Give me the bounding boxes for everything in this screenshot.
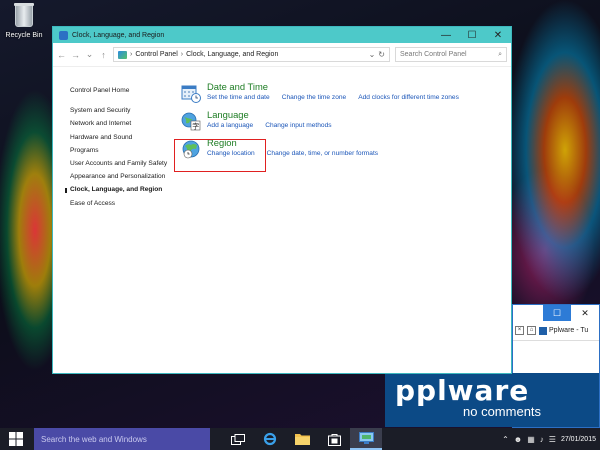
browser-titlebar: ☐ ✕ [513,305,599,321]
nav-appearance[interactable]: Appearance and Personalization [70,173,170,181]
refresh-icon[interactable]: ↻ [378,50,385,59]
nav-clock-language-region[interactable]: Clock, Language, and Region [65,186,170,194]
store-button[interactable] [318,428,350,450]
category-language: 字 Language Add a language Change input m… [181,109,459,135]
control-panel-small-icon [118,50,127,59]
address-dropdown-icon[interactable]: ⌄ [369,50,376,59]
pplware-favicon-icon [539,326,547,335]
system-tray: ⌃ ☻ ▦ ♪ ☰ 27/01/2015 [502,435,600,444]
taskbar: Search the web and Windows ⌃ ☻ ▦ ♪ ☰ 27/… [0,428,600,450]
control-panel-body: Control Panel Home System and Security N… [53,67,511,373]
notifications-icon[interactable]: ☰ [549,435,556,444]
change-formats-link[interactable]: Change date, time, or number formats [267,150,378,157]
search-icon: ⌕ [498,50,502,58]
change-time-zone-link[interactable]: Change the time zone [282,94,347,101]
browser-tab-title: Pplware - Tu [549,327,589,334]
up-arrow-icon[interactable]: ↑ [99,50,108,60]
add-clocks-link[interactable]: Add clocks for different time zones [358,94,459,101]
browser-content: pplware no comments [385,343,599,427]
search-placeholder: Search Control Panel [400,51,467,58]
category-date-and-time: Date and Time Set the time and date Chan… [181,81,459,107]
close-button[interactable]: ✕ [485,27,511,43]
back-arrow-icon[interactable]: ← [57,50,66,60]
volume-icon[interactable]: ♪ [540,435,544,444]
language-title[interactable]: Language [207,109,459,120]
nav-user-accounts[interactable]: User Accounts and Family Safety [70,160,170,168]
nav-programs[interactable]: Programs [70,147,170,155]
folder-icon [294,434,310,445]
user-icon[interactable]: ☻ [514,435,522,444]
browser-maximize-button[interactable]: ☐ [543,305,571,321]
breadcrumb-control-panel[interactable]: Control Panel [135,51,177,58]
svg-text:字: 字 [192,122,199,131]
browser-close-tab-icon[interactable]: × [515,326,524,335]
window-title: Clock, Language, and Region [72,31,165,39]
system-clock-date[interactable]: 27/01/2015 [561,436,596,443]
taskbar-search-placeholder: Search the web and Windows [41,434,147,444]
internet-explorer-icon [263,432,277,446]
breadcrumb-separator: › [180,51,184,58]
maximize-button[interactable]: ☐ [459,27,485,43]
task-view-icon [231,433,245,445]
breadcrumb-clock-language-region[interactable]: Clock, Language, and Region [186,51,278,58]
nav-system-and-security[interactable]: System and Security [70,107,170,115]
recent-locations-chevron-icon[interactable]: ⌄ [85,49,94,60]
language-icon: 字 [181,112,201,131]
windows-logo-icon [9,432,23,446]
start-button[interactable] [0,428,32,450]
network-icon[interactable]: ▦ [527,435,535,444]
minimize-button[interactable]: — [433,27,459,43]
address-row: ← → ⌄ ↑ › Control Panel › Clock, Languag… [53,43,511,67]
address-bar[interactable]: › Control Panel › Clock, Language, and R… [113,47,390,62]
browser-tab-row: × ⌂ Pplware - Tu [513,321,599,341]
pplware-logo: pplware [395,374,530,407]
control-panel-taskbar-icon [358,432,374,444]
recycle-bin-shortcut[interactable]: Recycle Bin [2,2,46,48]
control-panel-icon [59,30,68,40]
browser-close-button[interactable]: ✕ [571,305,599,321]
recycle-bin-icon [14,3,34,27]
browser-tab[interactable]: Pplware - Tu [539,326,589,335]
add-language-link[interactable]: Add a language [207,122,253,129]
date-and-time-title[interactable]: Date and Time [207,81,459,92]
left-navigation: Control Panel Home System and Security N… [65,87,170,213]
file-explorer-button[interactable] [286,428,318,450]
window-titlebar[interactable]: Clock, Language, and Region — ☐ ✕ [53,27,511,43]
search-input[interactable]: Search Control Panel ⌕ [395,47,507,62]
store-icon [327,433,341,446]
nav-hardware-and-sound[interactable]: Hardware and Sound [70,134,170,142]
browser-home-icon[interactable]: ⌂ [527,326,536,335]
show-hidden-icons-chevron-icon[interactable]: ⌃ [502,435,509,444]
breadcrumb-separator: › [130,51,133,58]
nav-control-panel-home[interactable]: Control Panel Home [70,87,170,95]
background-browser-window[interactable]: ☐ ✕ × ⌂ Pplware - Tu pplware no comments [385,304,600,428]
taskbar-search-input[interactable]: Search the web and Windows [34,428,210,450]
region-highlight-annotation [174,139,266,172]
taskbar-apps [222,428,382,450]
control-panel-taskbar-button[interactable] [350,428,382,450]
set-time-and-date-link[interactable]: Set the time and date [207,94,270,101]
task-view-button[interactable] [222,428,254,450]
nav-network-and-internet[interactable]: Network and Internet [70,120,170,128]
internet-explorer-button[interactable] [254,428,286,450]
change-input-methods-link[interactable]: Change input methods [265,122,331,129]
pplware-tagline: no comments [463,404,542,419]
pplware-banner[interactable]: pplware no comments [385,373,599,427]
forward-arrow-icon[interactable]: → [71,50,80,60]
control-panel-window: Clock, Language, and Region — ☐ ✕ ← → ⌄ … [52,26,512,374]
recycle-bin-label: Recycle Bin [5,32,43,39]
nav-ease-of-access[interactable]: Ease of Access [70,200,170,208]
clock-calendar-icon [181,85,201,103]
